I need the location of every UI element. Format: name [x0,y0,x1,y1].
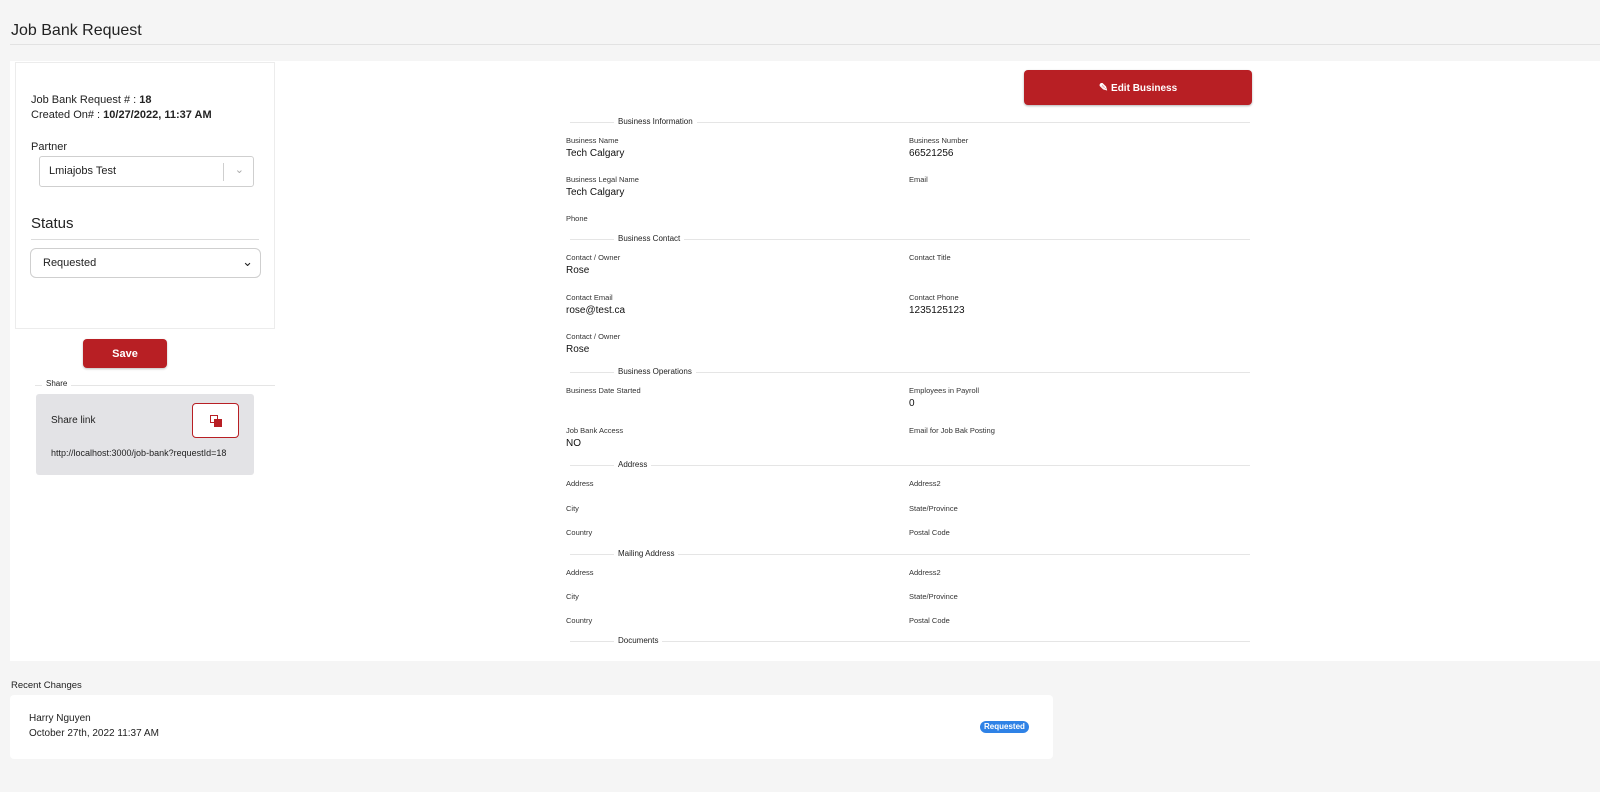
status-badge: Requested [980,721,1029,733]
chevron-down-icon[interactable]: ⌄ [235,163,244,176]
request-number-label: Job Bank Request # : [31,94,140,106]
field-email: Email [909,175,928,184]
request-summary-card: Job Bank Request # : 18 Created On# : 10… [15,62,275,329]
field-contact-owner: Contact / Owner Rose [566,253,621,276]
field-mailing-state-province: State/Province [909,592,958,601]
copy-link-button[interactable] [192,403,239,438]
partner-select-value: Lmiajobs Test [49,165,117,177]
field-postal-code: Postal Code [909,528,950,537]
share-link-label: Share link [51,415,96,426]
field-employees-in-payroll: Employees in Payroll 0 [909,386,980,409]
status-select[interactable]: Requested ⌄ [30,248,261,278]
section-legend: Business Information [614,117,697,126]
share-panel: Share link http://localhost:3000/job-ban… [36,394,254,475]
field-mailing-address2: Address2 [909,568,941,577]
pencil-icon: ✎ [1098,82,1109,94]
field-contact-email: Contact Email rose@test.ca [566,293,626,316]
partner-label: Partner [31,141,68,153]
status-label: Status [31,215,74,232]
field-state-province: State/Province [909,504,958,513]
field-mailing-postal-code: Postal Code [909,616,950,625]
request-number-value: 18 [139,94,152,106]
page-title: Job Bank Request [11,22,142,39]
field-email-job-bank-posting: Email for Job Bak Posting [909,426,995,435]
created-on-label: Created On# : [31,109,104,121]
main-content: Job Bank Request # : 18 Created On# : 10… [10,61,1600,661]
status-select-value: Requested [43,257,97,269]
recent-changes-title: Recent Changes [11,680,82,691]
field-business-date-started: Business Date Started [566,386,641,395]
field-city: City [566,504,579,513]
field-job-bank-access: Job Bank Access NO [566,426,624,449]
section-legend: Address [614,460,652,469]
recent-change-item: Harry Nguyen October 27th, 2022 11:37 AM… [10,695,1053,759]
field-address: Address [566,479,594,488]
field-contact-title: Contact Title [909,253,951,262]
section-legend: Documents [614,636,663,645]
section-legend: Business Operations [614,367,696,376]
field-business-name: Business Name Tech Calgary [566,136,625,159]
section-legend: Business Contact [614,234,685,243]
edit-business-label: Edit Business [1111,83,1178,94]
created-on-value: 10/27/2022, 11:37 AM [103,109,212,121]
partner-select[interactable]: Lmiajobs Test ⌄ [39,156,254,187]
share-legend: Share [42,379,72,388]
edit-business-button[interactable]: ✎ Edit Business [1024,70,1252,105]
section-legend: Mailing Address [614,549,679,558]
change-author: Harry Nguyen [29,713,91,724]
field-mailing-country: Country [566,616,593,625]
field-business-number: Business Number 66521256 [909,136,969,159]
select-separator [223,163,224,181]
field-mailing-city: City [566,592,579,601]
field-contact-phone: Contact Phone 1235125123 [909,293,965,316]
status-divider [31,239,259,240]
field-mailing-address: Address [566,568,594,577]
title-divider [10,44,1600,45]
chevron-down-icon[interactable]: ⌄ [242,254,253,270]
field-contact-owner-2: Contact / Owner Rose [566,332,621,355]
change-date: October 27th, 2022 11:37 AM [29,728,159,739]
field-business-legal-name: Business Legal Name Tech Calgary [566,175,639,198]
save-button[interactable]: Save [83,339,167,368]
created-on: Created On# : 10/27/2022, 11:37 AM [31,109,212,121]
copy-icon [210,415,223,428]
field-phone: Phone [566,214,588,223]
field-country: Country [566,528,593,537]
share-url[interactable]: http://localhost:3000/job-bank?requestId… [51,448,226,458]
request-number: Job Bank Request # : 18 [31,94,151,106]
field-address2: Address2 [909,479,941,488]
